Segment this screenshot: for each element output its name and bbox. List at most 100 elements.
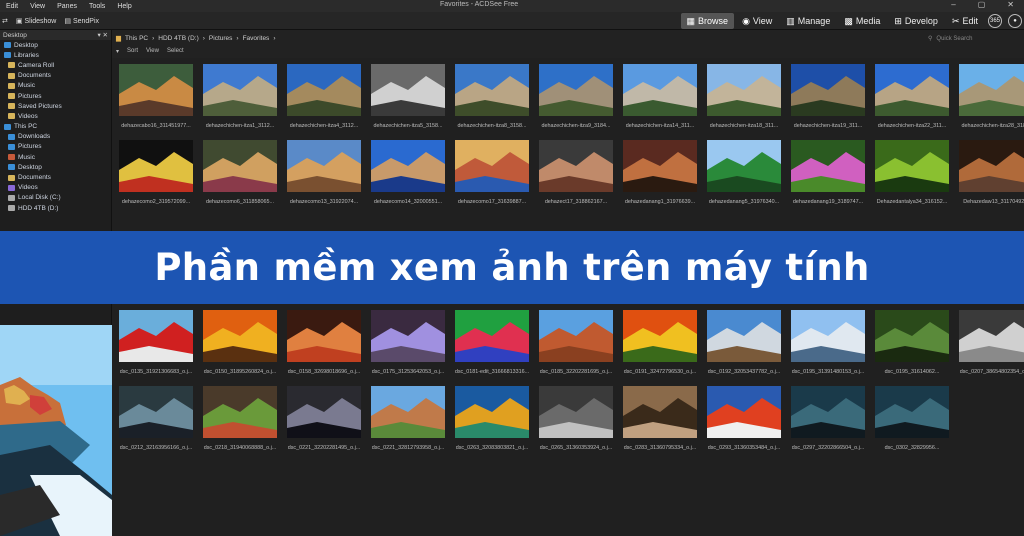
365-button[interactable]: 365	[988, 14, 1002, 28]
thumbnail-item[interactable]: dsc_0263_32083803821_o.j...	[451, 381, 533, 453]
folder-tree-item[interactable]: Libraries	[0, 50, 111, 60]
menu-item[interactable]: View	[24, 3, 51, 10]
thumbnail-item[interactable]: dsc_0221_32202281495_o.j...	[283, 381, 365, 453]
thumbnail-item[interactable]: dehazedanang5_31976340...	[703, 135, 785, 207]
thumbnail-item[interactable]: dsc_0185_32202281695_o.j...	[535, 305, 617, 377]
breadcrumb-item[interactable]: Pictures	[209, 35, 232, 42]
menu-item[interactable]: Edit	[0, 3, 24, 10]
thumbnail-item[interactable]: dehazecomo2_319572099...	[115, 135, 197, 207]
thumbnail-item[interactable]: dsc_0207_38654802354_o.j...	[955, 305, 1024, 377]
thumbnail-item[interactable]: dsc_0195_31614062...	[871, 305, 953, 377]
folder-tree-item[interactable]: Pictures	[0, 142, 111, 152]
thumbnail-item[interactable]: dsc_0218_31940068888_o.j...	[199, 381, 281, 453]
thumbnail-caption: dsc_0221_32812793958_o.j...	[371, 445, 445, 451]
sort-bar: ▾ Sort View Select	[116, 46, 184, 56]
thumbnail-item[interactable]: dehazecomo17_31639887...	[451, 135, 533, 207]
menu-item[interactable]: Help	[111, 3, 137, 10]
thumbnail-item[interactable]: dsc_0302_32829956...	[871, 381, 953, 453]
thumbnail-caption: dsc_0181-edit_31666813316...	[454, 369, 530, 375]
folder-tree-item[interactable]: Local Disk (C:)	[0, 193, 111, 203]
thumbnail-item[interactable]: dsc_0191_32472796530_o.j...	[619, 305, 701, 377]
thumbnail-item[interactable]: dsc_0150_31895260824_o.j...	[199, 305, 281, 377]
slideshow-button[interactable]: ▣ Slideshow	[16, 17, 57, 25]
pane-pin-icon[interactable]: ▾ ✕	[97, 31, 108, 39]
thumbnail-item[interactable]: dsc_0293_31360353484_o.j...	[703, 381, 785, 453]
thumbnail-item[interactable]: dehazechichen-itza19_311...	[787, 59, 869, 131]
thumbnail-item[interactable]: dsc_0265_31360353924_o.j...	[535, 381, 617, 453]
folder-tree-item[interactable]: Camera Roll	[0, 60, 111, 70]
quick-search-field[interactable]: ⚲ Quick Search	[928, 33, 1016, 44]
thumbnail-item[interactable]: dsc_0175_31253642053_o.j...	[367, 305, 449, 377]
minimize-icon[interactable]: –	[945, 0, 961, 9]
breadcrumb-item[interactable]: This PC	[125, 35, 148, 42]
thumbnail-item[interactable]: dsc_0195_31391480153_o.j...	[787, 305, 869, 377]
thumbnail-item[interactable]: dehazechichen-itza8_3158...	[451, 59, 533, 131]
thumbnail-item[interactable]: dsc_0212_32163956166_o.j...	[115, 381, 197, 453]
menu-item[interactable]: Panes	[51, 3, 83, 10]
sendpix-button[interactable]: ▤ SendPix	[64, 17, 99, 25]
maximize-icon[interactable]: ▢	[972, 0, 992, 9]
folder-tree-item[interactable]: Music	[0, 152, 111, 162]
select-button[interactable]: Select	[167, 48, 184, 54]
breadcrumb: ▆ This PC › HDD 4TB (D:) › Pictures › Favor…	[116, 32, 275, 44]
folder-tree-item[interactable]: Downloads	[0, 132, 111, 142]
folder-tree-item[interactable]: Music	[0, 81, 111, 91]
folder-tree-item[interactable]: Videos	[0, 183, 111, 193]
thumbnail-caption: dehazechichen-itza18_311...	[709, 123, 779, 129]
thumbnail-item[interactable]: dsc_0221_32812793958_o.j...	[367, 381, 449, 453]
thumbnail-item[interactable]: Dehazedaw13_31170492...	[955, 135, 1024, 207]
folder-tree-item[interactable]: Desktop	[0, 40, 111, 50]
view-button[interactable]: View	[146, 48, 159, 54]
thumbnail-item[interactable]: dsc_0283_31360795334_o.j...	[619, 381, 701, 453]
folder-tree-item[interactable]: Desktop	[0, 162, 111, 172]
folder-tree-item[interactable]: Documents	[0, 172, 111, 182]
thumbnail-item[interactable]: dsc_0181-edit_31666813316...	[451, 305, 533, 377]
thumbnail-item[interactable]: dsc_0192_32053437782_o.j...	[703, 305, 785, 377]
thumbnail-item[interactable]: dehazechichen-itza9_3184...	[535, 59, 617, 131]
thumbnail-item[interactable]: dehazechichen-itza4_3112...	[283, 59, 365, 131]
mode-manage-button[interactable]: ▥ Manage	[780, 13, 836, 29]
thumbnail-caption: dsc_0212_32163956166_o.j...	[119, 445, 193, 451]
thumbnail-item[interactable]: dehazedanang19_3189747...	[787, 135, 869, 207]
account-icon[interactable]: ●	[1008, 14, 1022, 28]
thumbnail-item[interactable]: dehazechichen-itza5_3158...	[367, 59, 449, 131]
back-icon[interactable]: ⇄	[2, 17, 8, 25]
thumbnail-item[interactable]: dehazecomo13_31922074...	[283, 135, 365, 207]
breadcrumb-item[interactable]: Favorites	[243, 35, 270, 42]
thumbnail-item[interactable]: dehazect17_318862167...	[535, 135, 617, 207]
thumbnail-item[interactable]: dsc_0297_32202866504_o.j...	[787, 381, 869, 453]
menu-item[interactable]: Tools	[83, 3, 111, 10]
thumbnail-item[interactable]: dehazechichen-itza14_311...	[619, 59, 701, 131]
thumbnail-item[interactable]: Dehazedantalya34_316152...	[871, 135, 953, 207]
thumbnail-item[interactable]: dehazechichen-itza28_318...	[955, 59, 1024, 131]
thumbnail-item[interactable]: dehazechichen-itza1_3112...	[199, 59, 281, 131]
mode-view-button[interactable]: ◉ View	[736, 13, 778, 29]
thumbnail-item[interactable]: dehazechichen-itza22_311...	[871, 59, 953, 131]
thumbnail-item[interactable]: dehazecomo14_32000551...	[367, 135, 449, 207]
thumbnail-item[interactable]: dehazecomo6_311858065...	[199, 135, 281, 207]
filter-icon[interactable]: ▾	[116, 48, 119, 55]
folder-tree-item[interactable]: HDD 4TB (D:)	[0, 203, 111, 213]
folder-tree-item[interactable]: Documents	[0, 71, 111, 81]
thumbnail-image	[371, 386, 445, 438]
thumbnail-image	[287, 310, 361, 362]
thumbnail-item[interactable]: dsc_0158_32698018696_o.j...	[283, 305, 365, 377]
thumbnail-item[interactable]: dehazecabo16_311451977...	[115, 59, 197, 131]
mode-develop-button[interactable]: ⊞ Develop	[888, 13, 944, 29]
mode-edit-button[interactable]: ✂ Edit	[946, 13, 984, 29]
mode-media-button[interactable]: ▩ Media	[838, 13, 886, 29]
folder-tree-label: This PC	[14, 123, 38, 131]
thumbnail-image	[959, 140, 1024, 192]
thumbnail-item[interactable]: dehazedanang1_31976639...	[619, 135, 701, 207]
mode-browse-button[interactable]: ▦ Browse	[680, 13, 735, 29]
folder-tree-item[interactable]: Pictures	[0, 91, 111, 101]
breadcrumb-item[interactable]: HDD 4TB (D:)	[158, 35, 198, 42]
folder-tree-item[interactable]: Videos	[0, 111, 111, 121]
sort-button[interactable]: Sort	[127, 48, 138, 54]
folder-tree-item[interactable]: This PC	[0, 122, 111, 132]
thumbnail-item[interactable]: dsc_0135_31921306683_o.j...	[115, 305, 197, 377]
thumbnail-item[interactable]: dehazechichen-itza18_311...	[703, 59, 785, 131]
close-icon[interactable]: ✕	[1001, 0, 1020, 9]
folder-tree-item[interactable]: Saved Pictures	[0, 101, 111, 111]
folder-icon	[8, 62, 15, 69]
